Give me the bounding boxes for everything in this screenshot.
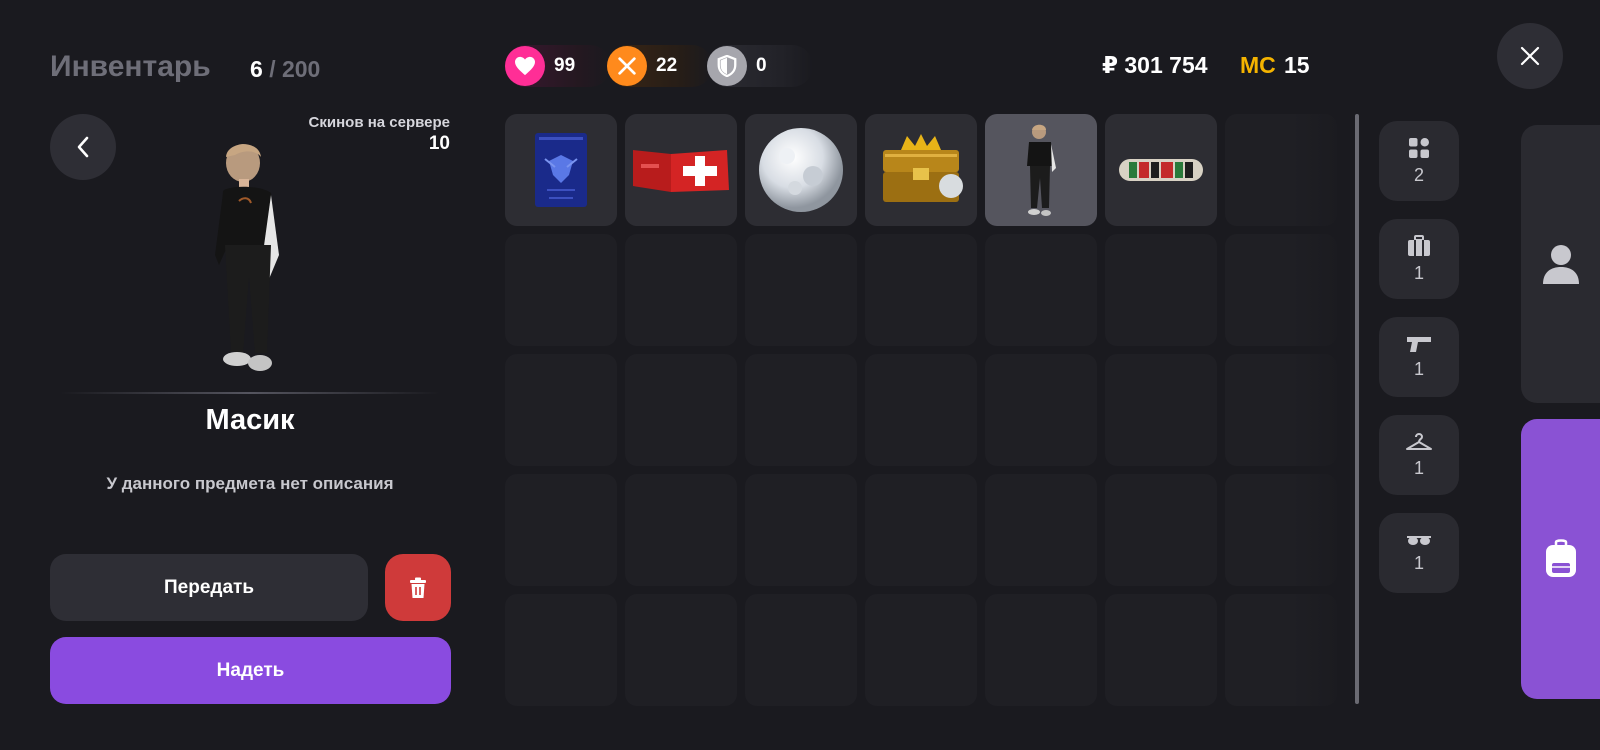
heart-icon bbox=[505, 46, 545, 86]
skins-on-server-label: Скинов на сервере bbox=[308, 114, 450, 131]
close-button[interactable] bbox=[1497, 23, 1563, 89]
tab-profile[interactable] bbox=[1521, 125, 1600, 403]
fork-knife-icon bbox=[607, 46, 647, 86]
armor-stat: 0 bbox=[707, 45, 813, 87]
inventory-slot-empty[interactable] bbox=[625, 354, 737, 466]
tab-inventory[interactable] bbox=[1521, 419, 1600, 699]
passport-icon bbox=[535, 133, 587, 207]
inventory-slot-medkit[interactable] bbox=[625, 114, 737, 226]
food-value: 22 bbox=[656, 55, 678, 76]
snowball-icon bbox=[759, 128, 843, 212]
pistol-icon bbox=[1407, 336, 1431, 352]
shield-icon bbox=[707, 46, 747, 86]
inventory-slot-empty[interactable] bbox=[625, 234, 737, 346]
inventory-slot-empty[interactable] bbox=[1225, 594, 1337, 706]
inventory-slot-skin[interactable] bbox=[985, 114, 1097, 226]
category-accessories[interactable]: 1 bbox=[1379, 513, 1459, 593]
glasses-icon bbox=[1407, 535, 1431, 545]
inventory-slot-empty[interactable] bbox=[985, 354, 1097, 466]
inventory-slot-empty[interactable] bbox=[625, 594, 737, 706]
inventory-slot-empty[interactable] bbox=[505, 234, 617, 346]
inventory-slot-empty[interactable] bbox=[865, 474, 977, 586]
grid-scrollbar[interactable] bbox=[1355, 114, 1359, 704]
category-weapons[interactable]: 1 bbox=[1379, 317, 1459, 397]
mc-currency-value: 15 bbox=[1284, 52, 1310, 78]
category-count: 1 bbox=[1413, 262, 1424, 283]
grid-icon bbox=[1409, 137, 1429, 158]
category-bags[interactable]: 1 bbox=[1379, 219, 1459, 299]
inventory-slot-empty[interactable] bbox=[745, 594, 857, 706]
inventory-slot-empty[interactable] bbox=[1105, 474, 1217, 586]
inventory-count: 6 bbox=[250, 56, 263, 82]
inventory-slot-empty[interactable] bbox=[745, 354, 857, 466]
health-value: 99 bbox=[554, 55, 576, 76]
chevron-left-icon bbox=[77, 136, 89, 158]
delete-button[interactable] bbox=[385, 554, 451, 621]
inventory-slot-treasure-chest[interactable] bbox=[865, 114, 977, 226]
inventory-slot-empty[interactable] bbox=[865, 234, 977, 346]
inventory-slot-empty[interactable] bbox=[985, 234, 1097, 346]
skateboard-icon bbox=[1119, 159, 1203, 181]
inventory-slot-empty[interactable] bbox=[1225, 354, 1337, 466]
inventory-slot-empty[interactable] bbox=[1225, 474, 1337, 586]
character-preview-image bbox=[215, 144, 279, 371]
inventory-slot-empty[interactable] bbox=[745, 474, 857, 586]
item-description: У данного предмета нет описания bbox=[106, 474, 394, 493]
inventory-slot-empty[interactable] bbox=[505, 354, 617, 466]
character-skin-icon bbox=[1027, 124, 1056, 216]
inventory-count-separator: / bbox=[269, 56, 276, 82]
inventory-slot-skateboard[interactable] bbox=[1105, 114, 1217, 226]
divider bbox=[60, 392, 440, 394]
inventory-slot-empty[interactable] bbox=[1105, 234, 1217, 346]
category-count: 1 bbox=[1413, 457, 1424, 478]
inventory-slot-empty[interactable] bbox=[505, 474, 617, 586]
inventory-slot-empty[interactable] bbox=[865, 594, 977, 706]
mc-currency-label: MC bbox=[1240, 52, 1276, 78]
user-icon bbox=[1542, 245, 1579, 284]
inventory-slot-empty[interactable] bbox=[1105, 594, 1217, 706]
category-count: 1 bbox=[1413, 358, 1424, 379]
back-button[interactable] bbox=[50, 114, 116, 180]
medkit-icon bbox=[633, 150, 729, 192]
treasure-chest-icon bbox=[883, 134, 963, 202]
inventory-grid bbox=[505, 114, 1337, 706]
briefcase-icon bbox=[1408, 234, 1430, 256]
category-count: 2 bbox=[1413, 164, 1424, 185]
close-icon bbox=[1520, 46, 1540, 66]
trash-icon bbox=[410, 577, 426, 598]
inventory-slot-passport[interactable] bbox=[505, 114, 617, 226]
inventory-slot-empty[interactable] bbox=[625, 474, 737, 586]
inventory-slot-empty[interactable] bbox=[745, 234, 857, 346]
category-clothes[interactable]: 1 bbox=[1379, 415, 1459, 495]
item-name: Масик bbox=[205, 404, 295, 436]
inventory-max: 200 bbox=[281, 56, 321, 82]
equip-button[interactable]: Надеть bbox=[50, 637, 451, 704]
inventory-capacity: 6 / 200 bbox=[250, 56, 320, 83]
inventory-slot-empty[interactable] bbox=[1105, 354, 1217, 466]
inventory-slot-empty[interactable] bbox=[1225, 114, 1337, 226]
hanger-icon bbox=[1406, 432, 1432, 450]
page-title: Инвентарь bbox=[50, 50, 211, 83]
money-balance: ₽ 301 754 bbox=[1102, 52, 1208, 78]
category-all[interactable]: 2 bbox=[1379, 121, 1459, 201]
armor-value: 0 bbox=[756, 55, 767, 76]
inventory-slot-snowball[interactable] bbox=[745, 114, 857, 226]
inventory-slot-empty[interactable] bbox=[1225, 234, 1337, 346]
transfer-button[interactable]: Передать bbox=[50, 554, 368, 621]
inventory-slot-empty[interactable] bbox=[505, 594, 617, 706]
inventory-slot-empty[interactable] bbox=[985, 474, 1097, 586]
inventory-slot-empty[interactable] bbox=[985, 594, 1097, 706]
backpack-icon bbox=[1545, 539, 1576, 577]
health-stat: 99 bbox=[505, 45, 611, 87]
skins-on-server-value: 10 bbox=[428, 133, 450, 154]
food-stat: 22 bbox=[607, 45, 713, 87]
category-count: 1 bbox=[1413, 552, 1424, 573]
inventory-slot-empty[interactable] bbox=[865, 354, 977, 466]
